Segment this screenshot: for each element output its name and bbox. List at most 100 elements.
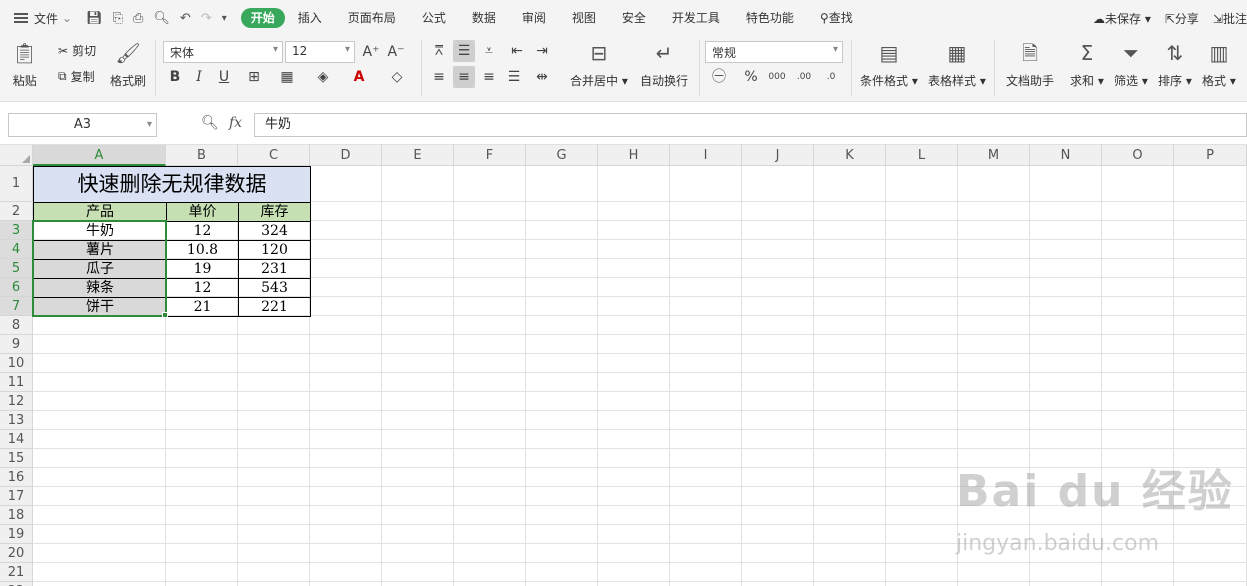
- select-all-corner[interactable]: [0, 145, 33, 166]
- column-header-f[interactable]: F: [454, 145, 526, 166]
- row-header-6[interactable]: 6: [0, 278, 33, 297]
- clear-icon[interactable]: ◇: [386, 66, 408, 88]
- increase-indent-icon[interactable]: ⇥: [531, 40, 553, 62]
- justify-icon[interactable]: ☰: [503, 66, 525, 88]
- search-command[interactable]: ⚲查找: [807, 8, 866, 28]
- sort-button[interactable]: ⇅ 排序 ▾: [1158, 40, 1192, 89]
- title-cell[interactable]: 快速删除无规律数据: [33, 166, 311, 203]
- export-icon[interactable]: ⎘: [113, 11, 123, 26]
- row-header-13[interactable]: 13: [0, 411, 33, 430]
- row-header-4[interactable]: 4: [0, 240, 33, 259]
- column-header-b[interactable]: B: [166, 145, 238, 166]
- tab-view[interactable]: 视图: [559, 8, 609, 28]
- share-button[interactable]: ⇱分享: [1165, 10, 1199, 27]
- row-header-14[interactable]: 14: [0, 430, 33, 449]
- zoom-icon[interactable]: 🔍︎: [201, 115, 219, 131]
- print-preview-icon[interactable]: 🔍︎: [153, 11, 170, 26]
- percent-icon[interactable]: %: [740, 66, 762, 88]
- data-cell[interactable]: 19: [166, 259, 239, 279]
- row-header-19[interactable]: 19: [0, 525, 33, 544]
- doc-assistant-button[interactable]: 🗎︎ 文档助手: [1006, 40, 1054, 89]
- customize-icon[interactable]: ▾: [222, 13, 227, 24]
- increase-decimal-icon[interactable]: .00: [793, 66, 815, 88]
- data-cell[interactable]: 21: [166, 297, 239, 317]
- column-header-p[interactable]: P: [1174, 145, 1247, 166]
- bold-button[interactable]: B: [164, 66, 186, 88]
- align-center-icon[interactable]: ≡: [453, 66, 475, 88]
- row-header-3[interactable]: 3: [0, 221, 33, 240]
- row-header-11[interactable]: 11: [0, 373, 33, 392]
- increase-font-icon[interactable]: A⁺: [360, 41, 382, 63]
- column-header-l[interactable]: L: [886, 145, 958, 166]
- column-header-g[interactable]: G: [526, 145, 598, 166]
- underline-button[interactable]: U: [213, 66, 235, 88]
- column-header-k[interactable]: K: [814, 145, 886, 166]
- tab-home[interactable]: 开始: [240, 8, 285, 28]
- decrease-font-icon[interactable]: A⁻: [385, 41, 407, 63]
- number-format-select[interactable]: 常规: [705, 41, 843, 63]
- save-icon[interactable]: 💾︎: [86, 11, 103, 26]
- column-header-a[interactable]: A: [33, 145, 166, 166]
- header-cell[interactable]: 产品: [33, 202, 167, 222]
- fill-handle[interactable]: [162, 312, 168, 318]
- column-header-d[interactable]: D: [310, 145, 382, 166]
- row-header-18[interactable]: 18: [0, 506, 33, 525]
- data-cell[interactable]: 231: [238, 259, 311, 279]
- header-cell[interactable]: 库存: [238, 202, 311, 222]
- align-right-icon[interactable]: ≡: [478, 66, 500, 88]
- column-header-m[interactable]: M: [958, 145, 1030, 166]
- data-cell[interactable]: 324: [238, 221, 311, 241]
- tab-insert[interactable]: 插入: [285, 8, 335, 28]
- column-header-h[interactable]: H: [598, 145, 670, 166]
- cut-button[interactable]: ✂ 剪切: [58, 42, 96, 59]
- data-cell[interactable]: 543: [238, 278, 311, 298]
- row-header-8[interactable]: 8: [0, 316, 33, 335]
- sum-button[interactable]: Σ 求和 ▾: [1070, 40, 1104, 89]
- tab-review[interactable]: 审阅: [509, 8, 559, 28]
- spreadsheet-grid[interactable]: A B C D E F G H I J K L M N O P 1 2 3 4 5 6 7 8 9 10 11 12 13 14 15 16 1…: [0, 145, 1247, 586]
- decrease-indent-icon[interactable]: ⇤: [506, 40, 528, 62]
- row-header-12[interactable]: 12: [0, 392, 33, 411]
- copy-button[interactable]: ⧉ 复制: [58, 68, 95, 85]
- undo-icon[interactable]: ↶: [180, 11, 191, 26]
- tab-formulas[interactable]: 公式: [409, 8, 459, 28]
- row-header-15[interactable]: 15: [0, 449, 33, 468]
- data-cell[interactable]: 120: [238, 240, 311, 260]
- tab-security[interactable]: 安全: [609, 8, 659, 28]
- thousands-icon[interactable]: 000: [766, 66, 788, 88]
- column-header-e[interactable]: E: [382, 145, 454, 166]
- column-header-o[interactable]: O: [1102, 145, 1174, 166]
- tab-data[interactable]: 数据: [459, 8, 509, 28]
- fill-pattern-icon[interactable]: ▦: [276, 66, 298, 88]
- print-icon[interactable]: ⎙: [133, 11, 143, 26]
- formula-input[interactable]: 牛奶: [254, 113, 1247, 137]
- tab-developer[interactable]: 开发工具: [659, 8, 733, 28]
- format-painter-button[interactable]: 🖌︎ 格式刷: [110, 40, 146, 89]
- row-header-5[interactable]: 5: [0, 259, 33, 278]
- format-button[interactable]: ▥ 格式 ▾: [1202, 40, 1236, 89]
- fx-icon[interactable]: fx: [229, 115, 242, 131]
- column-header-c[interactable]: C: [238, 145, 310, 166]
- row-header-9[interactable]: 9: [0, 335, 33, 354]
- column-header-n[interactable]: N: [1030, 145, 1102, 166]
- redo-icon[interactable]: ↷: [201, 11, 212, 26]
- data-cell[interactable]: 12: [166, 278, 239, 298]
- table-style-button[interactable]: ▦ 表格样式 ▾: [928, 40, 986, 89]
- row-header-7[interactable]: 7: [0, 297, 33, 316]
- row-header-2[interactable]: 2: [0, 202, 33, 221]
- row-header-16[interactable]: 16: [0, 468, 33, 487]
- row-header-22[interactable]: 22: [0, 582, 33, 586]
- font-name-select[interactable]: 宋体: [163, 41, 283, 63]
- row-header-1[interactable]: 1: [0, 166, 33, 202]
- column-header-j[interactable]: J: [742, 145, 814, 166]
- row-header-17[interactable]: 17: [0, 487, 33, 506]
- data-cell[interactable]: 12: [166, 221, 239, 241]
- align-top-icon[interactable]: ⩞: [428, 40, 450, 62]
- fill-color-icon[interactable]: ◈: [312, 66, 334, 88]
- font-color-icon[interactable]: A: [348, 66, 370, 88]
- merge-center-button[interactable]: ⊟ 合并居中 ▾: [570, 40, 628, 89]
- header-cell[interactable]: 单价: [166, 202, 239, 222]
- currency-icon[interactable]: ㊀: [708, 66, 730, 88]
- distribute-icon[interactable]: ⇹: [531, 66, 553, 88]
- name-box[interactable]: A3: [8, 113, 157, 137]
